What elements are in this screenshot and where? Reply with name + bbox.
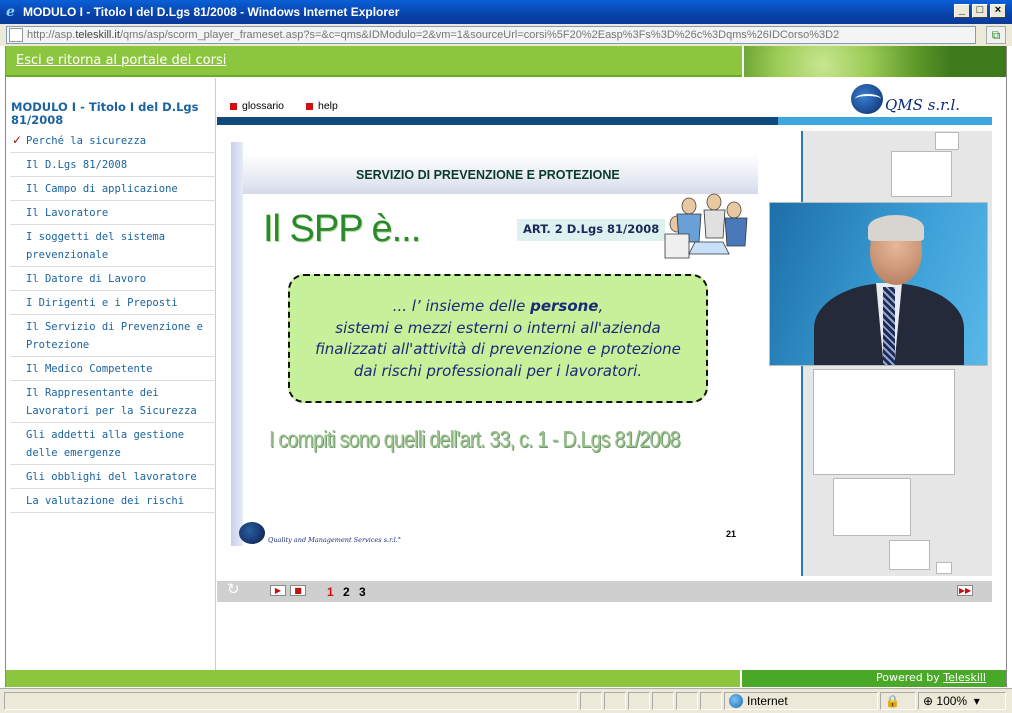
window-controls: _ □ × bbox=[954, 4, 1006, 18]
window-titlebar: e MODULO I - Titolo I del D.Lgs 81/2008 … bbox=[0, 0, 1012, 24]
slide-content: SERVIZIO DI PREVENZIONE E PROTEZIONE Il … bbox=[231, 142, 758, 546]
player-controls: ↻ ▶ ■ 1 2 3 ▶▶ bbox=[217, 581, 992, 602]
bullet-icon bbox=[230, 102, 237, 110]
check-icon: ✓ bbox=[12, 133, 23, 147]
slide-header: SERVIZIO DI PREVENZIONE E PROTEZIONE bbox=[356, 168, 620, 182]
replay-icon[interactable]: ↻ bbox=[227, 582, 240, 597]
qms-logo: QMS s.r.l. bbox=[851, 84, 960, 114]
lesson-item[interactable]: Gli addetti alla gestione delle emergenz… bbox=[10, 423, 216, 465]
next-icon[interactable]: ▶▶ bbox=[957, 585, 973, 596]
panel-thumb bbox=[935, 132, 959, 150]
panel-thumb bbox=[889, 540, 930, 570]
lesson-list: ✓ Perché la sicurezza Il D.Lgs 81/2008 Il… bbox=[10, 129, 216, 513]
window-title: MODULO I - Titolo I del D.Lgs 81/2008 - … bbox=[23, 5, 400, 19]
help-link[interactable]: help bbox=[306, 100, 338, 112]
portal-footer: Powered by Teleskill bbox=[6, 670, 1006, 687]
panel-thumb bbox=[833, 478, 911, 536]
module-title: MODULO I - Titolo I del D.Lgs 81/2008 bbox=[11, 100, 199, 127]
slide-left-bar bbox=[231, 142, 243, 546]
lesson-item[interactable]: Il D.Lgs 81/2008 bbox=[10, 153, 216, 177]
header-leaf-image bbox=[742, 46, 1006, 77]
definition-line-2: sistemi e mezzi esterni o interni all'az… bbox=[335, 318, 661, 337]
panel-thumb bbox=[813, 369, 955, 475]
definition-line-1: ... l’ insieme delle persone, bbox=[392, 297, 604, 315]
page-3-button[interactable]: 3 bbox=[359, 585, 366, 599]
compiti-text: I compiti sono quelli dell'art. 33, c. 1… bbox=[269, 426, 681, 452]
protected-mode-icon[interactable]: 🔒 bbox=[880, 692, 916, 710]
compatibility-icon[interactable]: ⧉ bbox=[986, 26, 1006, 44]
lesson-item[interactable]: Gli obblighi del lavoratore bbox=[10, 465, 216, 489]
definition-line-4: dai rischi professionali per i lavorator… bbox=[353, 361, 643, 380]
slide-title: Il SPP è... bbox=[263, 208, 421, 250]
portal-header: Esci e ritorna al portale dei corsi bbox=[6, 46, 1006, 77]
presenter-video[interactable] bbox=[769, 202, 988, 366]
meeting-people-illustration bbox=[664, 193, 748, 259]
internet-globe-icon bbox=[729, 694, 743, 708]
teleskill-link[interactable]: Teleskill bbox=[943, 671, 986, 684]
ie-logo-icon: e bbox=[6, 4, 15, 20]
chevron-down-icon: ▾ bbox=[967, 694, 980, 708]
minimize-button[interactable]: _ bbox=[954, 4, 970, 18]
page-icon bbox=[9, 28, 23, 42]
url-field[interactable]: http://asp. teleskill.it/qms/asp/scorm_pl… bbox=[6, 26, 976, 44]
address-bar: http://asp. teleskill.it/qms/asp/scorm_pl… bbox=[0, 24, 1012, 46]
maximize-button[interactable]: □ bbox=[972, 4, 988, 18]
qms-globe-icon bbox=[851, 84, 883, 114]
lesson-item[interactable]: Il Campo di applicazione bbox=[10, 177, 216, 201]
lesson-item[interactable]: I soggetti del sistema prevenzionale bbox=[10, 225, 216, 267]
lesson-item[interactable]: Il Medico Competente bbox=[10, 357, 216, 381]
course-sidebar: MODULO I - Titolo I del D.Lgs 81/2008 ✓ P… bbox=[6, 78, 216, 670]
powered-by: Powered by Teleskill bbox=[740, 670, 1006, 687]
zoom-control[interactable]: ⊕ 100% ▾ bbox=[918, 692, 1006, 710]
play-icon[interactable]: ▶ bbox=[270, 585, 286, 596]
bullet-icon bbox=[306, 102, 313, 110]
exit-portal-link[interactable]: Esci e ritorna al portale dei corsi bbox=[16, 53, 226, 68]
zoom-icon: ⊕ bbox=[923, 694, 937, 708]
qms-footer-logo-icon bbox=[239, 522, 265, 544]
stop-icon[interactable]: ■ bbox=[290, 585, 306, 596]
lesson-item[interactable]: La valutazione dei rischi bbox=[10, 489, 216, 513]
url-prefix: http://asp. bbox=[27, 29, 76, 41]
page-2-button[interactable]: 2 bbox=[343, 585, 350, 599]
url-path: /qms/asp/scorm_player_frameset.asp?s=&c=… bbox=[119, 29, 840, 41]
slide-footer-text: Quality and Management Services s.r.l.° bbox=[268, 536, 401, 544]
slide-number: 21 bbox=[726, 529, 737, 539]
lesson-item[interactable]: Il Lavoratore bbox=[10, 201, 216, 225]
definition-line-3: finalizzati all'attività di prevenzione … bbox=[315, 340, 681, 358]
lesson-item[interactable]: I Dirigenti e i Preposti bbox=[10, 291, 216, 315]
lesson-item[interactable]: Il Servizio di Prevenzione e Protezione bbox=[10, 315, 216, 357]
security-zone: Internet bbox=[724, 692, 878, 710]
toolbar-divider bbox=[217, 117, 992, 125]
panel-thumb bbox=[891, 151, 952, 197]
glossary-link[interactable]: glossario bbox=[230, 100, 284, 112]
close-button[interactable]: × bbox=[990, 4, 1006, 18]
lesson-item[interactable]: Il Rappresentante dei Lavoratori per la … bbox=[10, 381, 216, 423]
panel-thumb bbox=[936, 562, 952, 574]
url-domain: teleskill.it bbox=[75, 29, 120, 41]
status-text bbox=[4, 692, 578, 710]
page-1-button[interactable]: 1 bbox=[327, 585, 334, 599]
browser-statusbar: Internet 🔒 ⊕ 100% ▾ bbox=[0, 688, 1012, 713]
definition-box: ... l’ insieme delle persone, sistemi e … bbox=[288, 274, 708, 403]
article-label: ART. 2 D.Lgs 81/2008 bbox=[517, 219, 665, 241]
lesson-item[interactable]: Il Datore di Lavoro bbox=[10, 267, 216, 291]
lesson-item[interactable]: ✓ Perché la sicurezza bbox=[10, 129, 216, 153]
